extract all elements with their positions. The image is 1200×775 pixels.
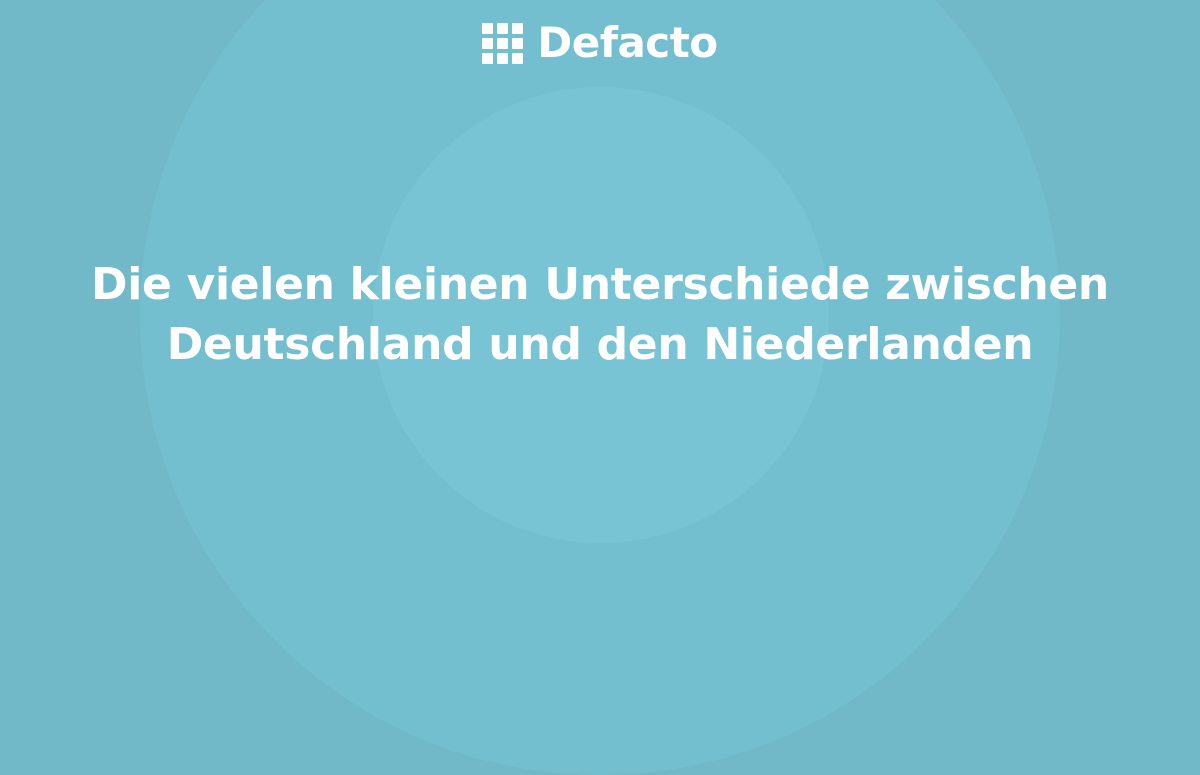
logo-grid-cell [497, 52, 509, 64]
logo-grid-cell [497, 22, 509, 34]
brand-name: Defacto [537, 18, 718, 67]
headline-line-1: Die vielen kleinen Unterschiede zwischen [91, 259, 1109, 310]
brand-logo[interactable]: Defacto [0, 22, 1200, 64]
logo-grid-cell [482, 52, 494, 64]
grid-logo-icon [482, 22, 524, 64]
background-circle-outer [140, 0, 1060, 775]
logo-grid-cell [512, 37, 524, 49]
headline-line-2: Deutschland und den Niederlanden [166, 319, 1034, 370]
logo-grid-cell [497, 37, 509, 49]
logo-grid-cell [512, 52, 524, 64]
page-headline: Die vielen kleinen Unterschiede zwischen… [60, 255, 1140, 375]
logo-grid-cell [482, 22, 494, 34]
logo-grid-cell [482, 37, 494, 49]
logo-grid-cell [512, 22, 524, 34]
